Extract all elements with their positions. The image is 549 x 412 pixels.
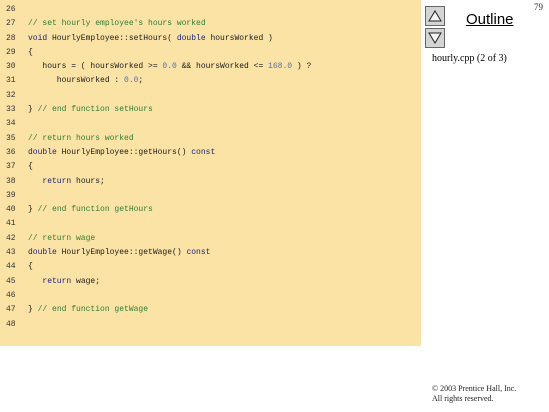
code-token-plain: wage; — [71, 276, 101, 286]
line-number: 30 — [6, 62, 16, 72]
code-token-plain: { — [28, 262, 33, 272]
code-token-plain: hours = ( hoursWorked >= — [28, 62, 163, 72]
code-token-number: 0.0 — [124, 76, 139, 86]
code-token-comment: // end function setHours — [37, 105, 153, 115]
page-number: 79 — [534, 2, 543, 12]
line-number: 28 — [6, 33, 16, 43]
code-line: 43 double HourlyEmployee::getWage() const — [6, 246, 311, 260]
line-number: 34 — [6, 119, 16, 129]
code-token-number: 168.0 — [268, 62, 293, 72]
outline-link[interactable]: Outline — [466, 11, 514, 28]
previous-slide-button[interactable] — [425, 6, 445, 26]
code-token-keyword: void — [28, 33, 48, 43]
line-number: 33 — [6, 105, 16, 115]
code-token-plain: hoursWorked : — [28, 76, 125, 86]
code-line: 39 — [6, 189, 311, 203]
code-token-plain: && hoursWorked <= — [176, 62, 269, 72]
line-number: 47 — [6, 305, 16, 315]
code-line: 28 void HourlyEmployee::setHours( double … — [6, 32, 311, 46]
next-slide-button[interactable] — [425, 28, 445, 48]
code-token-plain: hours; — [71, 176, 105, 186]
copyright-notice: © 2003 Prentice Hall, Inc. All rights re… — [432, 384, 516, 404]
code-token-plain: } — [28, 205, 38, 215]
code-line: 32 — [6, 89, 311, 103]
line-number: 39 — [6, 190, 16, 200]
code-line: 26 — [6, 3, 311, 17]
code-token-plain: HourlyEmployee::getWage() — [56, 248, 187, 258]
code-line: 31 hoursWorked : 0.0; — [6, 74, 311, 88]
code-line: 30 hours = ( hoursWorked >= 0.0 && hours… — [6, 60, 311, 74]
code-token-comment: // set hourly employee's hours worked — [28, 19, 206, 29]
line-number: 44 — [6, 262, 16, 272]
line-number: 26 — [6, 5, 16, 14]
code-token-plain: ) ? — [292, 62, 312, 72]
code-token-keyword: const — [191, 147, 216, 157]
code-line: 35 // return hours worked — [6, 132, 311, 146]
line-number: 31 — [6, 76, 16, 86]
code-token-comment: // return wage — [28, 233, 96, 243]
line-number: 48 — [6, 319, 16, 329]
code-token-plain: { — [28, 47, 33, 57]
line-number: 41 — [6, 219, 16, 229]
code-token-comment: // end function getWage — [37, 305, 149, 315]
code-line: 34 — [6, 117, 311, 131]
code-line: 47} // end function getWage — [6, 303, 311, 317]
copyright-line: © 2003 Prentice Hall, Inc. — [432, 384, 517, 393]
code-line: 45 return wage; — [6, 275, 311, 289]
code-token-keyword: double — [28, 147, 57, 157]
line-number: 45 — [6, 276, 16, 286]
code-line: 48 — [6, 318, 311, 332]
line-number: 40 — [6, 205, 16, 215]
line-number: 27 — [6, 19, 16, 29]
line-number: 43 — [6, 248, 16, 258]
line-number: 36 — [6, 147, 16, 157]
code-line: 27 // set hourly employee's hours worked — [6, 17, 311, 31]
triangle-down-icon — [428, 32, 442, 44]
line-number: 32 — [6, 90, 16, 100]
line-number: 29 — [6, 47, 16, 57]
code-token-keyword: double — [176, 33, 206, 43]
line-number: 38 — [6, 176, 16, 186]
code-line: 41 — [6, 217, 311, 231]
code-panel: 26 27 // set hourly employee's hours worke… — [0, 0, 421, 346]
code-line: 29 { — [6, 46, 311, 60]
file-label: hourly.cpp (2 of 3) — [432, 53, 507, 64]
code-line: 37 { — [6, 160, 311, 174]
code-line: 46 — [6, 289, 311, 303]
code-token-plain: { — [28, 162, 33, 172]
code-token-number: 0.0 — [162, 62, 177, 72]
code-line: 40} // end function getHours — [6, 203, 311, 217]
line-number: 42 — [6, 233, 16, 243]
code-token-plain: HourlyEmployee::getHours() — [56, 147, 192, 157]
code-token-keyword: return — [42, 276, 72, 286]
line-number: 46 — [6, 290, 16, 300]
code-token-keyword: double — [28, 248, 57, 258]
line-number: 37 — [6, 162, 16, 172]
code-token-keyword: const — [186, 248, 211, 258]
code-line: 38 return hours; — [6, 175, 311, 189]
code-token-keyword: return — [42, 176, 72, 186]
code-line: 42 // return wage — [6, 232, 311, 246]
code-token-plain: hoursWorked ) — [205, 33, 273, 43]
code-token-plain: } — [28, 105, 38, 115]
code-token-comment: // end function getHours — [37, 205, 153, 215]
code-line: 36 double HourlyEmployee::getHours() cons… — [6, 146, 311, 160]
code-line: 33} // end function setHours — [6, 103, 311, 117]
rights-line: All rights reserved. — [432, 394, 494, 403]
code-token-plain: } — [28, 305, 38, 315]
code-listing: 26 27 // set hourly employee's hours worke… — [6, 3, 311, 332]
code-line: 44 { — [6, 260, 311, 274]
code-token-plain: HourlyEmployee::setHours( — [47, 33, 177, 43]
code-token-comment: // return hours worked — [28, 133, 134, 143]
triangle-up-icon — [428, 10, 442, 22]
line-number: 35 — [6, 133, 16, 143]
code-token-plain: ; — [138, 76, 144, 86]
